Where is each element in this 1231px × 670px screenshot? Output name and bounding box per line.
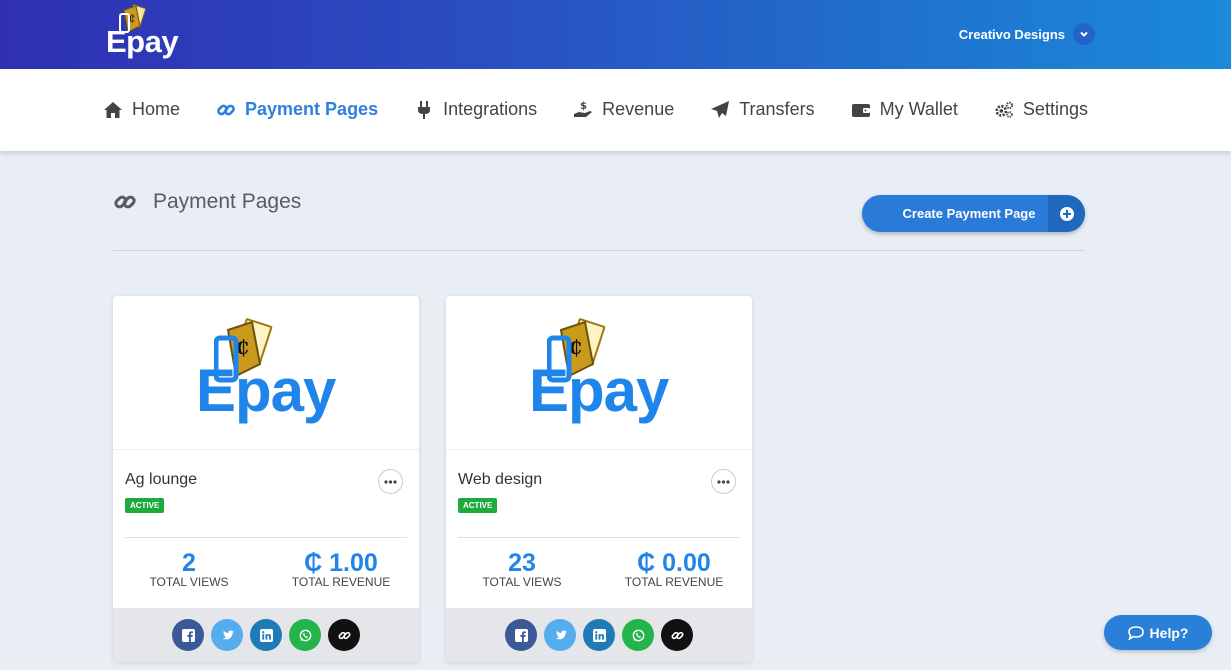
- card-logo-text: Epay: [196, 357, 336, 424]
- copy-link-button[interactable]: [661, 619, 693, 651]
- share-whatsapp-button[interactable]: [622, 619, 654, 651]
- total-views-value: 2: [182, 549, 196, 577]
- card-logo-text: Epay: [529, 357, 669, 424]
- share-whatsapp-button[interactable]: [289, 619, 321, 651]
- total-views-stat: 23 TOTAL VIEWS: [472, 549, 572, 590]
- help-button[interactable]: Help?: [1104, 615, 1212, 650]
- whatsapp-icon: [299, 629, 311, 641]
- create-button-label: Create Payment Page: [902, 206, 1036, 221]
- total-revenue-value: ₵ 1.00: [304, 549, 378, 577]
- copy-link-icon: [338, 631, 350, 639]
- account-name: Creativo Designs: [958, 26, 1065, 42]
- main-nav: Home Payment Pages Integrations $ Revenu…: [0, 69, 1231, 151]
- status-badge: ACTIVE: [458, 498, 498, 513]
- ellipsis-icon: [717, 479, 730, 484]
- nav-label: Transfers: [739, 99, 815, 119]
- payment-page-card[interactable]: ₵ Epay Web design ACTIVE 23 TOTAL VIEWS …: [446, 296, 752, 662]
- svg-text:$: $: [580, 101, 587, 112]
- copy-link-button[interactable]: [328, 619, 360, 651]
- whatsapp-icon: [632, 629, 644, 641]
- total-views-value: 23: [508, 549, 536, 577]
- card-image: ₵ Epay: [113, 296, 419, 450]
- nav-my-wallet[interactable]: My Wallet: [851, 99, 958, 120]
- nav-label: Settings: [1022, 99, 1088, 119]
- total-revenue-label: TOTAL REVENUE: [291, 575, 391, 589]
- total-revenue-stat: ₵ 1.00 TOTAL REVENUE: [281, 549, 401, 590]
- total-views-label: TOTAL VIEWS: [482, 575, 562, 589]
- page-title: Payment Pages: [153, 190, 302, 213]
- logo-text: Epay: [106, 24, 179, 59]
- total-views-label: TOTAL VIEWS: [149, 575, 229, 589]
- total-revenue-label: TOTAL REVENUE: [624, 575, 724, 589]
- share-twitter-button[interactable]: [544, 619, 576, 651]
- total-views-stat: 2 TOTAL VIEWS: [139, 549, 239, 590]
- nav-integrations[interactable]: Integrations: [414, 99, 537, 120]
- card-title: Web design: [458, 471, 543, 488]
- facebook-icon: [514, 628, 528, 642]
- share-bar: [446, 608, 752, 662]
- share-linkedin-button[interactable]: [250, 619, 282, 651]
- nav-label: My Wallet: [879, 99, 958, 119]
- share-linkedin-button[interactable]: [583, 619, 615, 651]
- share-facebook-button[interactable]: [505, 619, 537, 651]
- paper-plane-icon: [711, 100, 730, 118]
- chat-bubble-icon: [1127, 625, 1144, 640]
- card-divider: [458, 537, 740, 538]
- card-title: Ag lounge: [125, 471, 198, 488]
- nav-label: Home: [132, 99, 181, 119]
- nav-transfers[interactable]: Transfers: [710, 99, 815, 120]
- nav-label: Payment Pages: [245, 99, 379, 119]
- nav-label: Revenue: [602, 99, 675, 119]
- wallet-icon: [851, 103, 870, 117]
- nav-settings[interactable]: Settings: [994, 99, 1088, 120]
- nav-home[interactable]: Home: [103, 99, 180, 120]
- nav-label: Integrations: [443, 99, 538, 119]
- total-revenue-value: ₵ 0.00: [637, 549, 711, 577]
- linkedin-icon: [259, 628, 273, 642]
- payment-page-card[interactable]: ₵ Epay Ag lounge ACTIVE 2 TOTAL VIEWS ₵ …: [113, 296, 419, 662]
- status-badge: ACTIVE: [125, 498, 165, 513]
- gears-icon: [995, 101, 1014, 118]
- hand-money-icon: $: [574, 101, 593, 117]
- account-dropdown-button[interactable]: [1073, 23, 1095, 45]
- header-divider: [113, 250, 1085, 251]
- twitter-icon: [222, 629, 234, 639]
- page-header: Payment Pages: [113, 190, 301, 214]
- more-options-button[interactable]: [378, 469, 403, 494]
- epay-logo[interactable]: ₵ Epay: [104, 4, 184, 64]
- create-payment-page-button[interactable]: Create Payment Page: [862, 195, 1085, 232]
- account-menu[interactable]: Creativo Designs: [959, 23, 1095, 45]
- epay-card-logo: ₵ Epay: [196, 318, 336, 428]
- ellipsis-icon: [384, 479, 397, 484]
- plus-circle-icon: [1048, 195, 1085, 232]
- help-label: Help?: [1149, 624, 1189, 641]
- card-divider: [125, 537, 407, 538]
- chevron-down-icon: [1080, 31, 1088, 37]
- copy-link-icon: [671, 631, 683, 639]
- share-twitter-button[interactable]: [211, 619, 243, 651]
- plug-icon: [418, 100, 431, 119]
- more-options-button[interactable]: [711, 469, 736, 494]
- twitter-icon: [555, 629, 567, 639]
- card-image: ₵ Epay: [446, 296, 752, 450]
- link-icon: [114, 195, 136, 209]
- link-icon: [217, 104, 235, 115]
- top-header: ₵ Epay Creativo Designs: [0, 0, 1231, 69]
- total-revenue-stat: ₵ 0.00 TOTAL REVENUE: [614, 549, 734, 590]
- linkedin-icon: [592, 628, 606, 642]
- epay-card-logo: ₵ Epay: [529, 318, 669, 428]
- nav-revenue[interactable]: $ Revenue: [573, 99, 674, 120]
- home-icon: [104, 101, 122, 118]
- facebook-icon: [181, 628, 195, 642]
- share-bar: [113, 608, 419, 662]
- nav-payment-pages[interactable]: Payment Pages: [216, 99, 378, 120]
- share-facebook-button[interactable]: [172, 619, 204, 651]
